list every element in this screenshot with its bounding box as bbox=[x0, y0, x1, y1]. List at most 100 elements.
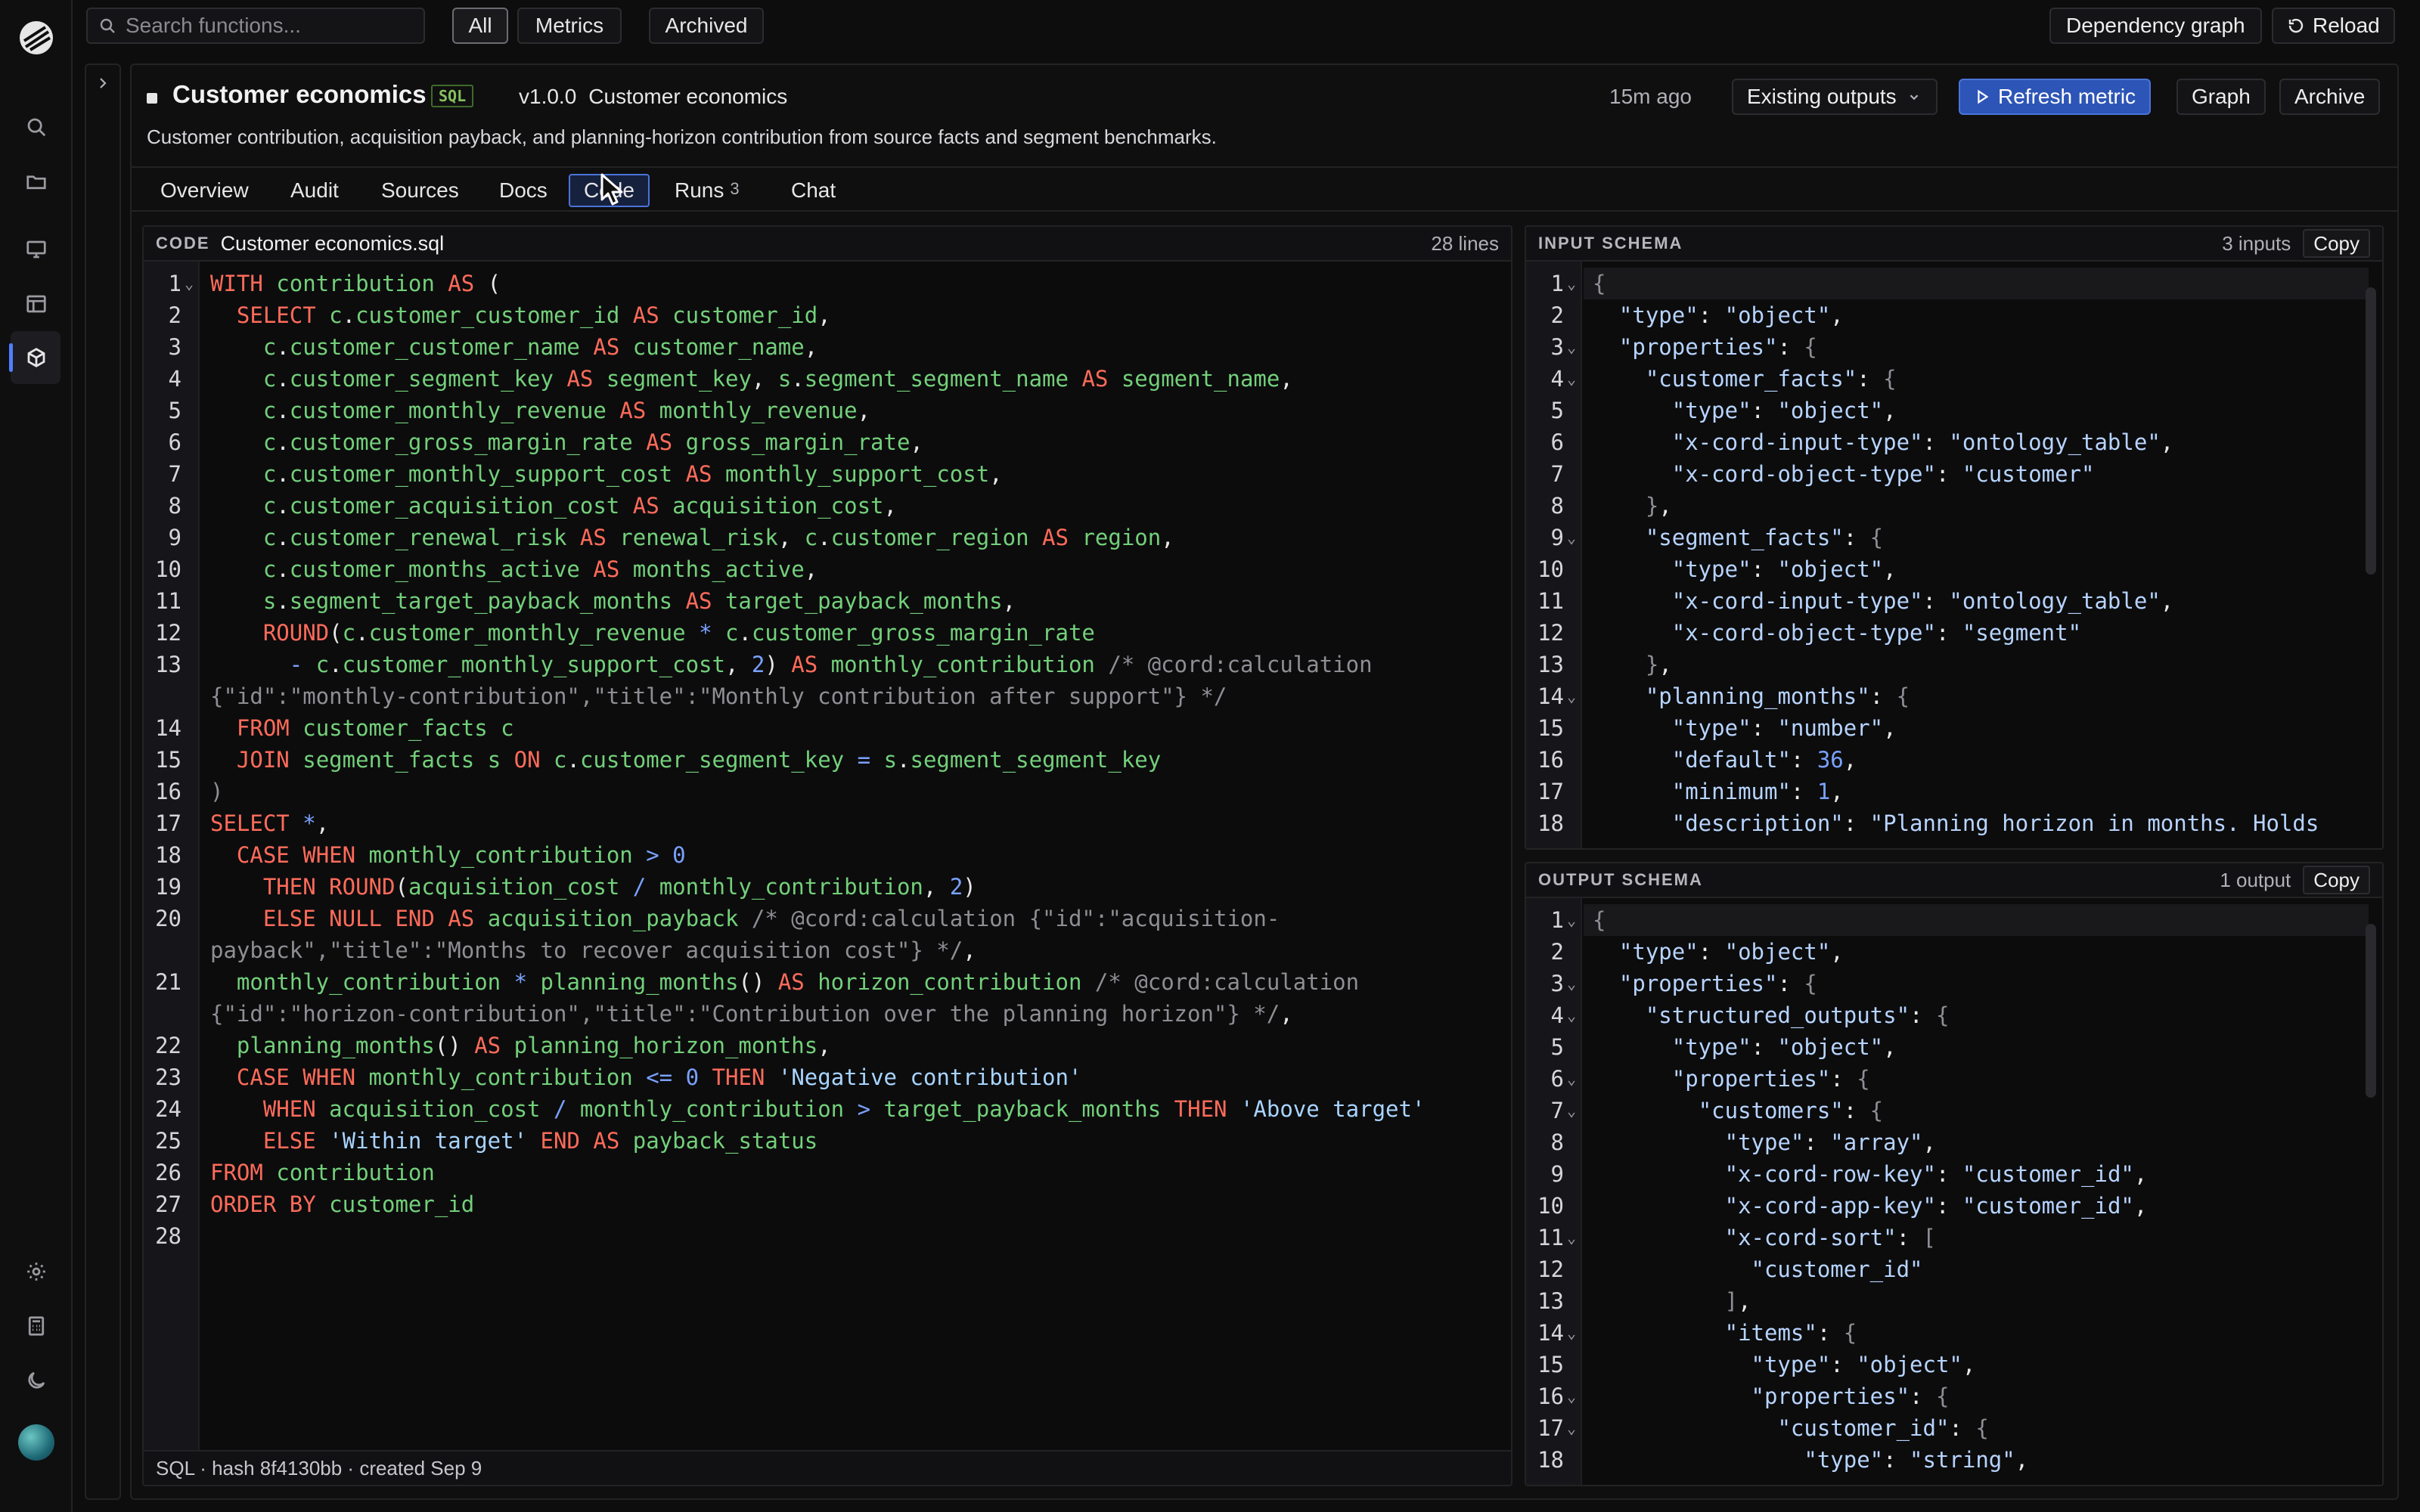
fold-chevron-icon[interactable]: ⌄ bbox=[1567, 1063, 1581, 1095]
output-count: 1 output bbox=[2220, 868, 2291, 891]
sql-editor[interactable]: 1 ⌄ WITH contribution AS (2 SELECT c.custo… bbox=[144, 262, 1511, 1485]
line-number: 8 bbox=[168, 493, 182, 519]
fold-chevron-icon[interactable]: ⌄ bbox=[1567, 1095, 1581, 1126]
left-rail bbox=[0, 0, 73, 1512]
code-line: "customer_facts": { bbox=[1645, 366, 1897, 392]
status-dot bbox=[147, 93, 157, 104]
tab-audit[interactable]: Audit bbox=[277, 174, 352, 207]
copy-output-schema-button[interactable]: Copy bbox=[2303, 866, 2370, 894]
avatar[interactable] bbox=[18, 1424, 54, 1461]
line-number: 9 bbox=[168, 525, 182, 550]
line-number: 8 bbox=[1550, 493, 1564, 519]
fold-chevron-icon[interactable]: ⌄ bbox=[1567, 331, 1581, 363]
existing-outputs-dropdown[interactable]: Existing outputs bbox=[1732, 79, 1938, 115]
fold-chevron-icon[interactable]: ⌄ bbox=[1567, 904, 1581, 936]
code-line: planning_months() AS planning_horizon_mo… bbox=[236, 1033, 831, 1058]
code-line: SELECT *, bbox=[210, 810, 330, 836]
line-number: 11 bbox=[1537, 1225, 1564, 1250]
logo-icon[interactable] bbox=[18, 20, 54, 56]
input-count: 3 inputs bbox=[2222, 231, 2291, 255]
fold-chevron-icon[interactable]: ⌄ bbox=[1567, 1380, 1581, 1412]
filter-archived[interactable]: Archived bbox=[649, 8, 764, 44]
output-schema-editor[interactable]: 1 ⌄{2 "type": "object", 3 ⌄ "properties": {… bbox=[1526, 898, 2382, 1485]
line-number: 20 bbox=[155, 906, 182, 931]
code-line: "x-cord-input-type": "ontology_table", bbox=[1671, 588, 2174, 614]
fold-chevron-icon[interactable]: ⌄ bbox=[1567, 1317, 1581, 1349]
reload-icon bbox=[2288, 18, 2304, 33]
code-line: "x-cord-sort": [ bbox=[1724, 1225, 1936, 1250]
monitor-icon[interactable] bbox=[23, 236, 50, 263]
line-number: 16 bbox=[155, 779, 182, 804]
code-line: "customer_id" bbox=[1751, 1256, 1923, 1282]
dependency-graph-button[interactable]: Dependency graph bbox=[2049, 8, 2262, 44]
line-number: 24 bbox=[155, 1096, 182, 1122]
fold-chevron-icon[interactable]: ⌄ bbox=[185, 268, 198, 299]
fold-chevron-icon[interactable]: ⌄ bbox=[1567, 268, 1581, 299]
output-schema-scrollbar[interactable] bbox=[2366, 924, 2376, 1098]
line-number: 5 bbox=[1550, 1034, 1564, 1060]
search-input[interactable] bbox=[126, 14, 413, 38]
line-number: 6 bbox=[168, 429, 182, 455]
refresh-metric-button[interactable]: Refresh metric bbox=[1959, 79, 2152, 115]
code-line: "planning_months": { bbox=[1645, 683, 1910, 709]
tab-runs-count: 3 bbox=[730, 179, 740, 198]
line-number: 8 bbox=[1550, 1129, 1564, 1155]
page-title: Customer economics bbox=[172, 80, 427, 108]
code-line: ORDER BY customer_id bbox=[210, 1191, 475, 1217]
code-line: WITH contribution AS ( bbox=[210, 271, 501, 296]
input-schema-editor[interactable]: 1 ⌄{2 "type": "object", 3 ⌄ "properties": {… bbox=[1526, 262, 2382, 848]
code-line: "type": "number", bbox=[1671, 715, 1897, 741]
filter-all[interactable]: All bbox=[452, 8, 508, 44]
graph-button[interactable]: Graph bbox=[2176, 79, 2266, 115]
mouse-cursor-icon bbox=[600, 173, 623, 206]
tab-runs[interactable]: Runs 3 bbox=[661, 174, 753, 207]
folder-icon[interactable] bbox=[23, 168, 50, 195]
line-number: 15 bbox=[1537, 1352, 1564, 1377]
filter-metrics[interactable]: Metrics bbox=[517, 8, 622, 44]
code-line: ], bbox=[1724, 1288, 1751, 1314]
code-panel: CODE Customer economics.sql 28 lines 1 ⌄ W… bbox=[142, 225, 1512, 1486]
copy-input-schema-button[interactable]: Copy bbox=[2303, 229, 2370, 258]
input-schema-scrollbar[interactable] bbox=[2366, 287, 2376, 575]
code-footer: SQL · hash 8f4130bb · created Sep 9 bbox=[144, 1450, 1511, 1485]
line-number: 28 bbox=[155, 1223, 182, 1249]
archive-button[interactable]: Archive bbox=[2279, 79, 2381, 115]
layout-icon[interactable] bbox=[23, 290, 50, 318]
reload-button[interactable]: Reload bbox=[2272, 8, 2395, 44]
line-number: 3 bbox=[168, 334, 182, 360]
line-number: 7 bbox=[1550, 1098, 1564, 1123]
fold-chevron-icon[interactable]: ⌄ bbox=[1567, 680, 1581, 712]
output-schema-header: OUTPUT SCHEMA 1 output Copy bbox=[1526, 863, 2382, 898]
fold-chevron-icon[interactable]: ⌄ bbox=[1567, 999, 1581, 1031]
code-line: "type": "object", bbox=[1671, 398, 1897, 423]
fold-chevron-icon[interactable]: ⌄ bbox=[1567, 1222, 1581, 1253]
reload-label: Reload bbox=[2313, 14, 2380, 37]
search-box[interactable] bbox=[86, 8, 425, 44]
fold-chevron-icon[interactable]: ⌄ bbox=[1567, 1412, 1581, 1444]
app-root: All Metrics Archived Dependency graph Re… bbox=[0, 0, 2420, 1512]
input-schema-label: INPUT SCHEMA bbox=[1538, 234, 1683, 253]
code-line: ELSE 'Within target' END AS payback_stat… bbox=[262, 1128, 818, 1154]
settings-icon[interactable] bbox=[23, 1258, 50, 1285]
tab-sources[interactable]: Sources bbox=[368, 174, 473, 207]
moon-icon[interactable] bbox=[23, 1367, 50, 1394]
code-line: "minimum": 1, bbox=[1671, 779, 1844, 804]
code-line: ELSE NULL END AS acquisition_payback /* … bbox=[262, 906, 1280, 931]
tab-docs[interactable]: Docs bbox=[486, 174, 561, 207]
fold-chevron-icon[interactable]: ⌄ bbox=[1567, 363, 1581, 395]
code-line: s.segment_target_payback_months AS targe… bbox=[262, 588, 1016, 614]
tab-overview[interactable]: Overview bbox=[147, 174, 262, 207]
code-line: c.customer_acquisition_cost AS acquisiti… bbox=[262, 493, 897, 519]
fold-chevron-icon[interactable]: ⌄ bbox=[1567, 968, 1581, 999]
refresh-metric-label: Refresh metric bbox=[1998, 85, 2136, 108]
line-number: 5 bbox=[1550, 398, 1564, 423]
archive-label: Archive bbox=[2294, 85, 2366, 108]
sidebar-collapse[interactable] bbox=[85, 64, 121, 1500]
fold-chevron-icon[interactable]: ⌄ bbox=[1567, 522, 1581, 553]
tab-chat[interactable]: Chat bbox=[777, 174, 849, 207]
search-icon[interactable] bbox=[23, 113, 50, 141]
calculator-icon[interactable] bbox=[23, 1312, 50, 1340]
line-number: 7 bbox=[1550, 461, 1564, 487]
code-line: "x-cord-app-key": "customer_id", bbox=[1724, 1193, 2148, 1219]
cube-icon[interactable] bbox=[23, 344, 50, 371]
